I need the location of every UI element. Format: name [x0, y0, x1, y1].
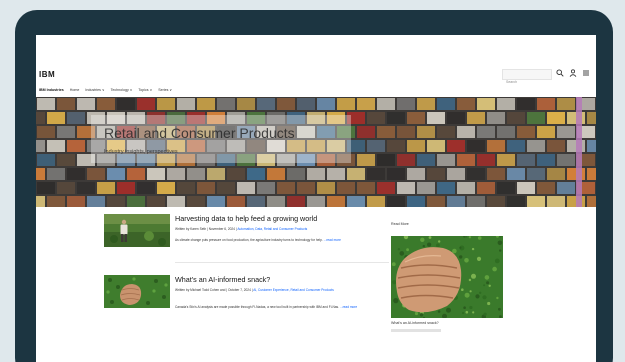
ibm-logo[interactable]: IBM: [39, 70, 55, 79]
article-tags-link[interactable]: AI, Customer Experience, Retail and Cons…: [253, 288, 334, 292]
article-description: As climate change puts pressure on food …: [175, 238, 385, 244]
hero-subtitle: Industry insights, perspectives: [104, 149, 178, 155]
subnav-item-technology[interactable]: Technology ∨: [111, 88, 133, 92]
read-more-image[interactable]: [391, 236, 503, 318]
article-title[interactable]: What's an AI-informed snack?: [175, 275, 270, 284]
hero-accent-bar: [576, 97, 582, 207]
article-byline: Written by Karen Seth | November 6, 2024…: [175, 227, 238, 231]
read-more-heading: Read More: [391, 222, 409, 226]
subnav-item-topics[interactable]: Topics ∨: [138, 88, 152, 92]
article-meta: Written by Karen Seth | November 6, 2024…: [175, 227, 380, 233]
read-more-link[interactable]: ...read more: [324, 238, 341, 242]
read-more-caption-byline: [391, 329, 441, 332]
read-more-link[interactable]: ...read more: [340, 305, 357, 309]
sub-navigation: IBM Industries Home Industries ∨ Technol…: [36, 85, 596, 94]
hero-title: Retail and Consumer Products: [104, 125, 295, 141]
menu-icon[interactable]: [581, 69, 591, 79]
article-description: Canada's Stix's AI analysis are made pos…: [175, 305, 385, 311]
read-more-caption[interactable]: What's an AI-informed snack?: [391, 321, 439, 325]
browser-screen: IBM IBM Industries Home Industries ∨ Tec…: [36, 35, 596, 362]
search-icon[interactable]: [555, 69, 565, 79]
article-divider: [175, 262, 389, 263]
article-title[interactable]: Harvesting data to help feed a growing w…: [175, 214, 317, 223]
article-tags-link[interactable]: Automation, Data, Retail and Consumer Pr…: [237, 227, 307, 231]
search-field[interactable]: [502, 69, 552, 87]
article-meta: Written by Michael Todd Cohen and | Octo…: [175, 288, 380, 294]
masthead: IBM: [36, 68, 596, 87]
article-thumbnail-snack[interactable]: [104, 275, 170, 308]
subnav-item-industries[interactable]: Industries ∨: [85, 88, 104, 92]
article-thumbnail-farmer[interactable]: [104, 214, 170, 247]
hero-banner: Retail and Consumer Products Industry in…: [36, 97, 596, 207]
article-card: What's an AI-informed snack? Written by …: [104, 275, 389, 335]
article-excerpt: Canada's Stix's AI analysis are made pos…: [175, 305, 340, 309]
article-byline: Written by Michael Todd Cohen and | Octo…: [175, 288, 254, 292]
article-card: Harvesting data to help feed a growing w…: [104, 214, 389, 264]
subnav-item-home[interactable]: Home: [70, 88, 80, 92]
article-excerpt: As climate change puts pressure on food …: [175, 238, 323, 242]
user-icon[interactable]: [568, 69, 578, 79]
subnav-brand[interactable]: IBM Industries: [39, 88, 64, 92]
subnav-item-series[interactable]: Series ∨: [158, 88, 172, 92]
